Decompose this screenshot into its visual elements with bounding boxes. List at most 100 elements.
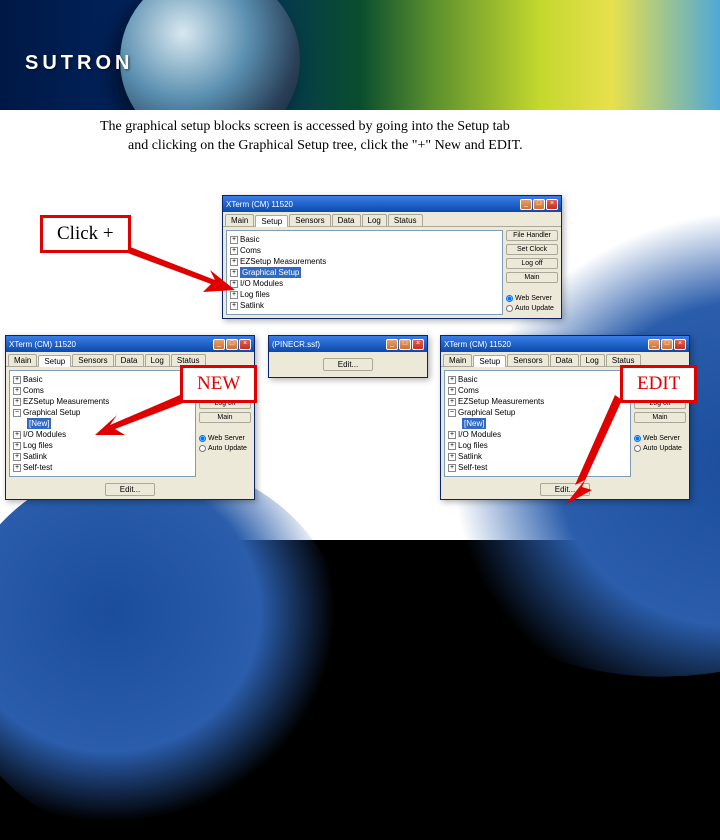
main-button[interactable]: Main xyxy=(634,412,686,423)
set-clock-button[interactable]: Set Clock xyxy=(506,244,558,255)
titlebar[interactable]: (PINECR.ssf) _ □ × xyxy=(269,336,427,352)
tree-toggle-icon[interactable]: + xyxy=(448,464,456,472)
window-title: XTerm (CM) 11520 xyxy=(226,200,520,209)
close-button[interactable]: × xyxy=(546,199,558,210)
tree-toggle-icon[interactable]: + xyxy=(13,464,21,472)
tree-label: Graphical Setup xyxy=(458,407,515,418)
tab-main[interactable]: Main xyxy=(443,354,472,366)
tree-toggle-icon[interactable]: − xyxy=(13,409,21,417)
tree-label: Basic xyxy=(23,374,43,385)
tab-setup[interactable]: Setup xyxy=(38,355,71,367)
blue-swoosh-2 xyxy=(0,460,350,840)
minimize-button[interactable]: _ xyxy=(386,339,398,350)
minimize-button[interactable]: _ xyxy=(520,199,532,210)
tab-log[interactable]: Log xyxy=(145,354,170,366)
close-button[interactable]: × xyxy=(239,339,251,350)
tabs-row: Main Setup Sensors Data Log Status xyxy=(223,212,561,227)
autoupdate-radio[interactable]: Auto Update xyxy=(506,305,558,312)
tree-label: Self-test xyxy=(458,462,487,473)
tree-toggle-icon[interactable]: + xyxy=(448,453,456,461)
maximize-button[interactable]: □ xyxy=(399,339,411,350)
tab-data[interactable]: Data xyxy=(115,354,144,366)
tree-item[interactable]: +Self-test xyxy=(13,462,192,473)
tree-item[interactable]: +Coms xyxy=(230,245,499,256)
tree-toggle-icon[interactable]: + xyxy=(13,442,21,450)
tree-item[interactable]: +Graphical Setup xyxy=(230,267,499,278)
tree-label: Satlink xyxy=(240,300,264,311)
tree-label: Log files xyxy=(240,289,270,300)
main-button[interactable]: Main xyxy=(506,272,558,283)
tree-toggle-icon[interactable]: + xyxy=(448,442,456,450)
autoupdate-radio[interactable]: Auto Update xyxy=(634,445,686,452)
tree-item[interactable]: +Basic xyxy=(230,234,499,245)
tab-sensors[interactable]: Sensors xyxy=(507,354,548,366)
tree-label: Satlink xyxy=(23,451,47,462)
tree-toggle-icon[interactable]: + xyxy=(448,398,456,406)
tab-sensors[interactable]: Sensors xyxy=(72,354,113,366)
callout-edit: EDIT xyxy=(620,365,697,403)
tree-label: Coms xyxy=(240,245,261,256)
close-button[interactable]: × xyxy=(674,339,686,350)
tree-toggle-icon[interactable]: + xyxy=(448,431,456,439)
window-top: XTerm (CM) 11520 _ □ × Main Setup Sensor… xyxy=(222,195,562,319)
webserver-radio[interactable]: Web Server xyxy=(506,295,558,302)
window-mid: (PINECR.ssf) _ □ × Edit... xyxy=(268,335,428,378)
callout-click-plus: Click + xyxy=(40,215,131,253)
tree-item[interactable]: +Basic xyxy=(448,374,627,385)
minimize-button[interactable]: _ xyxy=(213,339,225,350)
edit-button[interactable]: Edit... xyxy=(105,483,155,496)
file-handler-button[interactable]: File Handler xyxy=(506,230,558,241)
tab-log[interactable]: Log xyxy=(362,214,387,226)
close-button[interactable]: × xyxy=(412,339,424,350)
tree-item[interactable]: +EZSetup Measurements xyxy=(230,256,499,267)
arrow-edit-icon xyxy=(560,395,630,505)
tree-toggle-icon[interactable]: + xyxy=(13,376,21,384)
tree-toggle-icon[interactable]: + xyxy=(13,387,21,395)
tree-label: Graphical Setup xyxy=(240,267,301,278)
titlebar[interactable]: XTerm (CM) 11520 _ □ × xyxy=(441,336,689,352)
tree-label: Basic xyxy=(240,234,260,245)
tree-item[interactable]: +Satlink xyxy=(13,451,192,462)
edit-button[interactable]: Edit... xyxy=(323,358,373,371)
tree-item[interactable]: +Log files xyxy=(230,289,499,300)
tree-item[interactable]: +Satlink xyxy=(230,300,499,311)
webserver-radio[interactable]: Web Server xyxy=(634,435,686,442)
tree-label: Satlink xyxy=(458,451,482,462)
tab-log[interactable]: Log xyxy=(580,354,605,366)
tab-status[interactable]: Status xyxy=(388,214,423,226)
autoupdate-radio[interactable]: Auto Update xyxy=(199,445,251,452)
tree-toggle-icon[interactable]: − xyxy=(448,409,456,417)
tab-main[interactable]: Main xyxy=(225,214,254,226)
tab-sensors[interactable]: Sensors xyxy=(289,214,330,226)
tree-toggle-icon[interactable]: + xyxy=(13,431,21,439)
tree-item[interactable]: +I/O Modules xyxy=(230,278,499,289)
side-panel: File Handler Set Clock Log off Main Web … xyxy=(506,230,558,315)
logoff-button[interactable]: Log off xyxy=(506,258,558,269)
tab-setup[interactable]: Setup xyxy=(255,215,288,227)
tab-main[interactable]: Main xyxy=(8,354,37,366)
tree-toggle-icon[interactable]: + xyxy=(13,398,21,406)
tab-data[interactable]: Data xyxy=(550,354,579,366)
tree-toggle-icon[interactable]: + xyxy=(230,302,238,310)
tree-toggle-icon[interactable]: + xyxy=(448,376,456,384)
tree-panel[interactable]: +Basic+Coms+EZSetup Measurements+Graphic… xyxy=(226,230,503,315)
tab-setup[interactable]: Setup xyxy=(473,355,506,367)
tree-label: Basic xyxy=(458,374,478,385)
brand-logo: SUTRON xyxy=(25,52,133,75)
tree-label: Coms xyxy=(458,385,479,396)
maximize-button[interactable]: □ xyxy=(661,339,673,350)
titlebar[interactable]: XTerm (CM) 11520 _ □ × xyxy=(223,196,561,212)
main-button[interactable]: Main xyxy=(199,412,251,423)
titlebar[interactable]: XTerm (CM) 11520 _ □ × xyxy=(6,336,254,352)
tree-item[interactable]: +Basic xyxy=(13,374,192,385)
tree-toggle-icon[interactable]: + xyxy=(13,453,21,461)
intro-text: The graphical setup blocks screen is acc… xyxy=(100,118,690,156)
minimize-button[interactable]: _ xyxy=(648,339,660,350)
webserver-radio[interactable]: Web Server xyxy=(199,435,251,442)
tree-toggle-icon[interactable]: + xyxy=(448,387,456,395)
maximize-button[interactable]: □ xyxy=(533,199,545,210)
tree-label: EZSetup Measurements xyxy=(240,256,326,267)
maximize-button[interactable]: □ xyxy=(226,339,238,350)
tab-data[interactable]: Data xyxy=(332,214,361,226)
window-footer: Edit... xyxy=(6,480,254,499)
